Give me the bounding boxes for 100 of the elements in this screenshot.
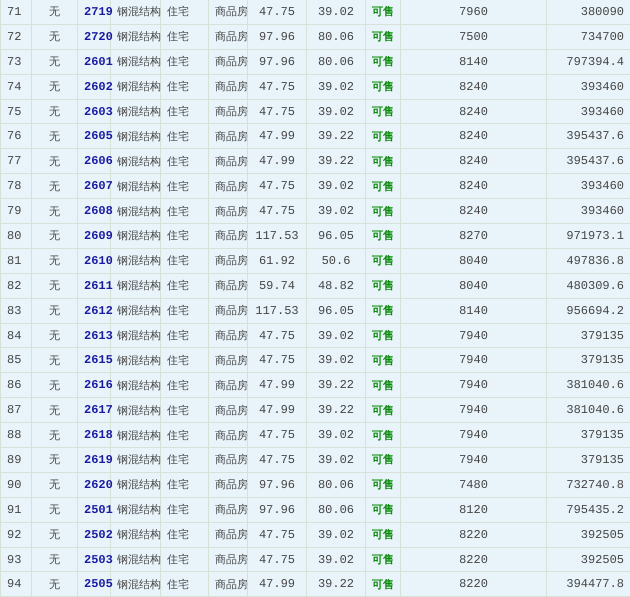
table-cell: 住宅	[160, 497, 208, 522]
table-cell: 商品房	[208, 522, 248, 548]
table-cell: 47.99	[248, 148, 306, 174]
table-cell: 8220	[400, 547, 546, 572]
table-cell: 钢混结构	[110, 174, 160, 199]
table-cell: 381040.6	[546, 398, 630, 423]
table-cell: 7940	[400, 323, 546, 348]
table-cell: 74	[0, 74, 32, 100]
table-cell: 无	[32, 348, 78, 373]
table-cell: 88	[0, 422, 32, 448]
table-cell: 734700	[546, 24, 630, 50]
room-link[interactable]: 2609	[84, 228, 113, 243]
table-cell: 住宅	[160, 572, 208, 597]
table-cell: 可售	[366, 572, 400, 597]
table-cell: 61.92	[248, 248, 306, 274]
table-cell: 8120	[400, 497, 546, 522]
table-cell: 77	[0, 148, 32, 174]
room-link[interactable]: 2620	[84, 478, 113, 492]
table-cell: 39.02	[306, 422, 366, 448]
table-cell: 8140	[400, 298, 546, 324]
table-cell: 47.75	[248, 448, 306, 472]
room-link[interactable]: 2619	[84, 452, 113, 467]
table-cell: 90	[0, 472, 32, 498]
room-link[interactable]: 2720	[84, 30, 113, 44]
table-cell: 可售	[366, 174, 400, 199]
room-link[interactable]: 2612	[84, 304, 113, 318]
table-cell: 商品房	[208, 497, 248, 522]
table-cell: 480309.6	[546, 273, 630, 298]
table-cell: 39.02	[306, 198, 366, 224]
table-cell: 无	[32, 472, 78, 498]
table-cell: 商品房	[208, 547, 248, 572]
room-link[interactable]: 2607	[84, 179, 113, 194]
table-cell: 39.02	[306, 522, 366, 548]
room-link[interactable]: 2611	[84, 278, 113, 293]
table-cell: 79	[0, 198, 32, 224]
room-link[interactable]: 2601	[84, 54, 113, 69]
table-cell: 8240	[400, 99, 546, 124]
table-cell: 无	[32, 398, 78, 423]
room-link[interactable]: 2616	[84, 378, 113, 392]
table-cell: 无	[32, 572, 78, 597]
table-cell: 住宅	[160, 148, 208, 174]
table-cell: 84	[0, 323, 32, 348]
table-cell: 39.02	[306, 448, 366, 472]
table-cell: 7940	[400, 372, 546, 398]
table-cell: 商品房	[208, 198, 248, 224]
table-cell: 47.99	[248, 124, 306, 149]
table-cell: 可售	[366, 298, 400, 324]
room-link[interactable]: 2618	[84, 428, 113, 442]
table-cell: 无	[32, 198, 78, 224]
table-cell: 395437.6	[546, 124, 630, 149]
table-cell: 379135	[546, 448, 630, 472]
table-cell: 76	[0, 124, 32, 149]
room-link[interactable]: 2615	[84, 353, 113, 368]
room-link[interactable]: 2603	[84, 104, 113, 118]
table-cell: 71	[0, 0, 32, 24]
table-cell: 8240	[400, 74, 546, 100]
room-link[interactable]: 2610	[84, 254, 113, 268]
table-cell: 可售	[366, 547, 400, 572]
table-cell: 87	[0, 398, 32, 423]
table-cell: 97.96	[248, 472, 306, 498]
room-link[interactable]: 2602	[84, 80, 113, 94]
table-cell: 50.6	[306, 248, 366, 274]
table-cell: 钢混结构	[110, 0, 160, 24]
table-cell: 8220	[400, 572, 546, 597]
table-cell: 住宅	[160, 124, 208, 149]
table-cell: 8040	[400, 248, 546, 274]
table-cell: 商品房	[208, 124, 248, 149]
table-cell: 94	[0, 572, 32, 597]
table-cell: 商品房	[208, 273, 248, 298]
table-cell: 39.02	[306, 0, 366, 24]
table-cell: 971973.1	[546, 224, 630, 248]
table-cell: 47.99	[248, 372, 306, 398]
table-cell: 商品房	[208, 248, 248, 274]
room-link[interactable]: 2617	[84, 403, 113, 418]
table-cell: 97.96	[248, 49, 306, 74]
table-cell: 钢混结构	[110, 497, 160, 522]
room-link[interactable]: 2606	[84, 154, 113, 168]
room-link[interactable]: 2505	[84, 577, 113, 592]
table-cell: 80.06	[306, 472, 366, 498]
room-link[interactable]: 2719	[84, 4, 113, 19]
room-link[interactable]: 2608	[84, 204, 113, 218]
room-link[interactable]: 2501	[84, 502, 113, 517]
table-cell: 无	[32, 497, 78, 522]
table-cell: 商品房	[208, 348, 248, 373]
table-cell: 无	[32, 49, 78, 74]
table-cell: 7480	[400, 472, 546, 498]
table-cell: 117.53	[248, 224, 306, 248]
table-cell: 住宅	[160, 323, 208, 348]
table-cell: 商品房	[208, 448, 248, 472]
room-link[interactable]: 2502	[84, 528, 113, 542]
room-link[interactable]: 2605	[84, 129, 113, 144]
table-cell: 无	[32, 99, 78, 124]
table-cell: 可售	[366, 74, 400, 100]
table-cell: 住宅	[160, 348, 208, 373]
room-link[interactable]: 2613	[84, 328, 113, 343]
table-cell: 39.22	[306, 398, 366, 423]
table-cell: 可售	[366, 323, 400, 348]
table-cell: 商品房	[208, 99, 248, 124]
table-cell: 47.99	[248, 398, 306, 423]
room-link[interactable]: 2503	[84, 552, 113, 567]
